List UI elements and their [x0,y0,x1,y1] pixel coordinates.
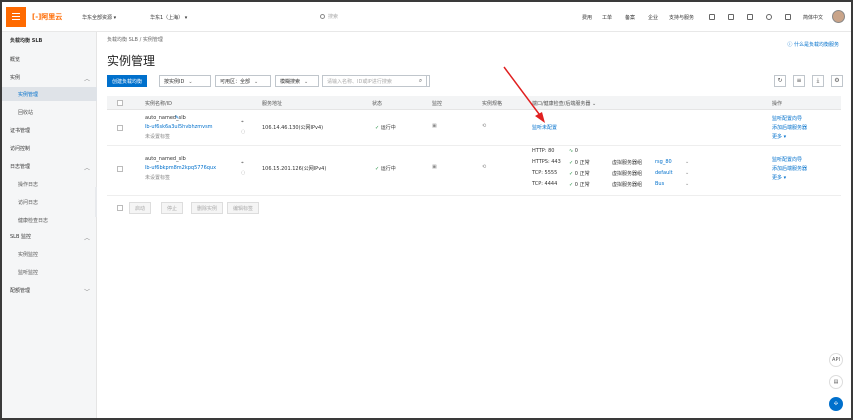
annotation-arrow [503,66,545,123]
apps-icon[interactable]: ✣ [829,397,843,411]
api-button[interactable]: API [829,353,843,367]
arrow-shaft [503,66,543,119]
arrow-head [535,112,545,123]
app-frame: [-]阿里云 华东全部资源 ▾ 华东1（上海） ▾ 搜索 费用 工单 备案 企业… [0,0,853,420]
docs-icon[interactable]: ▤ [829,375,843,389]
